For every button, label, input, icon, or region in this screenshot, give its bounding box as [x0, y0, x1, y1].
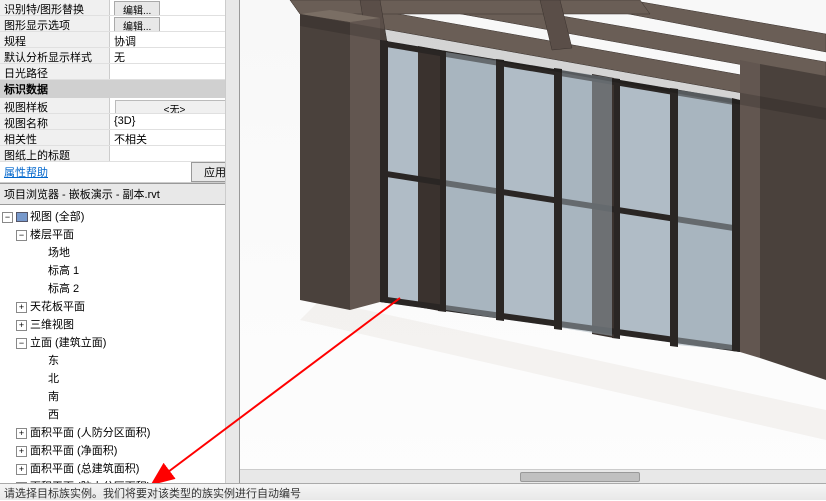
- tree-expander-icon[interactable]: +: [16, 428, 27, 439]
- prop-label: 视图样板: [0, 98, 110, 113]
- edit-button[interactable]: 编辑...: [114, 1, 160, 15]
- tree-item-label: 标高 1: [48, 265, 79, 277]
- browser-title: 项目浏览器 - 嵌板演示 - 副本.rvt: [4, 186, 221, 202]
- tree-item[interactable]: − 视图 (全部): [0, 207, 239, 225]
- tree-item[interactable]: −楼层平面: [0, 225, 239, 243]
- tree-item[interactable]: 南: [0, 387, 239, 405]
- tree-item[interactable]: +面积平面 (人防分区面积): [0, 423, 239, 441]
- tree-expander-icon[interactable]: +: [16, 320, 27, 331]
- tree-item-label: 标高 2: [48, 283, 79, 295]
- prop-label: 默认分析显示样式: [0, 48, 110, 63]
- section-header[interactable]: 标识数据: [0, 80, 239, 98]
- tree-item[interactable]: 西: [0, 405, 239, 423]
- prop-value[interactable]: <无>: [110, 98, 239, 113]
- prop-label: 相关性: [0, 130, 110, 145]
- tree-item[interactable]: +三维视图: [0, 315, 239, 333]
- project-browser-header[interactable]: 项目浏览器 - 嵌板演示 - 副本.rvt ×: [0, 183, 239, 205]
- tree-item-label: 面积平面 (人防分区面积): [30, 427, 150, 439]
- tree-item-label: 立面 (建筑立面): [30, 337, 106, 349]
- prop-label: 图纸上的标题: [0, 146, 110, 161]
- tree-item-label: 场地: [48, 247, 70, 259]
- prop-value[interactable]: [110, 64, 239, 79]
- status-bar: 请选择目标族实例。我们将要对该类型的族实例进行自动编号: [0, 483, 826, 500]
- tree-item-label: 面积平面 (净面积): [30, 445, 117, 457]
- tree-expander-icon[interactable]: −: [16, 338, 27, 349]
- tree-expander-icon[interactable]: −: [2, 212, 13, 223]
- tree-item[interactable]: 东: [0, 351, 239, 369]
- prop-value[interactable]: 不相关: [110, 130, 239, 145]
- tree-item[interactable]: 标高 2: [0, 279, 239, 297]
- tree-item[interactable]: 场地: [0, 243, 239, 261]
- tree-item[interactable]: +面积平面 (总建筑面积): [0, 459, 239, 477]
- tree-item[interactable]: +天花板平面: [0, 297, 239, 315]
- prop-value[interactable]: 编辑...: [110, 0, 239, 15]
- tree-item[interactable]: +面积平面 (净面积): [0, 441, 239, 459]
- prop-label: 识别特/图形替换: [0, 0, 110, 15]
- prop-label: 视图名称: [0, 114, 110, 129]
- edit-button[interactable]: 编辑...: [114, 17, 160, 31]
- properties-help-link[interactable]: 属性帮助: [0, 162, 191, 182]
- prop-value[interactable]: [110, 146, 239, 161]
- tree-item-label: 三维视图: [30, 319, 74, 331]
- tree-item-label: 南: [48, 391, 59, 403]
- tree-expander-icon[interactable]: +: [16, 464, 27, 475]
- prop-value[interactable]: 编辑...: [110, 16, 239, 31]
- tree-item-label: 北: [48, 373, 59, 385]
- none-button[interactable]: <无>: [115, 100, 234, 113]
- prop-label: 日光路径: [0, 64, 110, 79]
- prop-label: 规程: [0, 32, 110, 47]
- prop-value[interactable]: 协调: [110, 32, 239, 47]
- tree-item[interactable]: 北: [0, 369, 239, 387]
- panel-scrollbar[interactable]: [225, 0, 239, 483]
- tree-item-label: 东: [48, 355, 59, 367]
- tree-expander-icon[interactable]: +: [16, 302, 27, 313]
- tree-item-label: 视图 (全部): [30, 211, 84, 223]
- tree-item[interactable]: −立面 (建筑立面): [0, 333, 239, 351]
- tree-item-label: 西: [48, 409, 59, 421]
- scrollbar-thumb[interactable]: [520, 472, 640, 482]
- project-browser-tree[interactable]: −视图 (全部)−楼层平面场地标高 1标高 2+天花板平面+三维视图−立面 (建…: [0, 205, 239, 483]
- 3d-viewport[interactable]: [240, 0, 826, 483]
- tree-item-label: 天花板平面: [30, 301, 85, 313]
- tree-item[interactable]: 标高 1: [0, 261, 239, 279]
- tree-expander-icon[interactable]: −: [16, 230, 27, 241]
- tree-expander-icon[interactable]: +: [16, 446, 27, 457]
- tree-item-label: 楼层平面: [30, 229, 74, 241]
- prop-value[interactable]: {3D}: [110, 114, 239, 129]
- prop-label: 图形显示选项: [0, 16, 110, 31]
- tree-item-label: 面积平面 (总建筑面积): [30, 463, 139, 475]
- prop-value[interactable]: 无: [110, 48, 239, 63]
- view-icon: [16, 212, 28, 222]
- viewport-scrollbar-horizontal[interactable]: [240, 469, 826, 483]
